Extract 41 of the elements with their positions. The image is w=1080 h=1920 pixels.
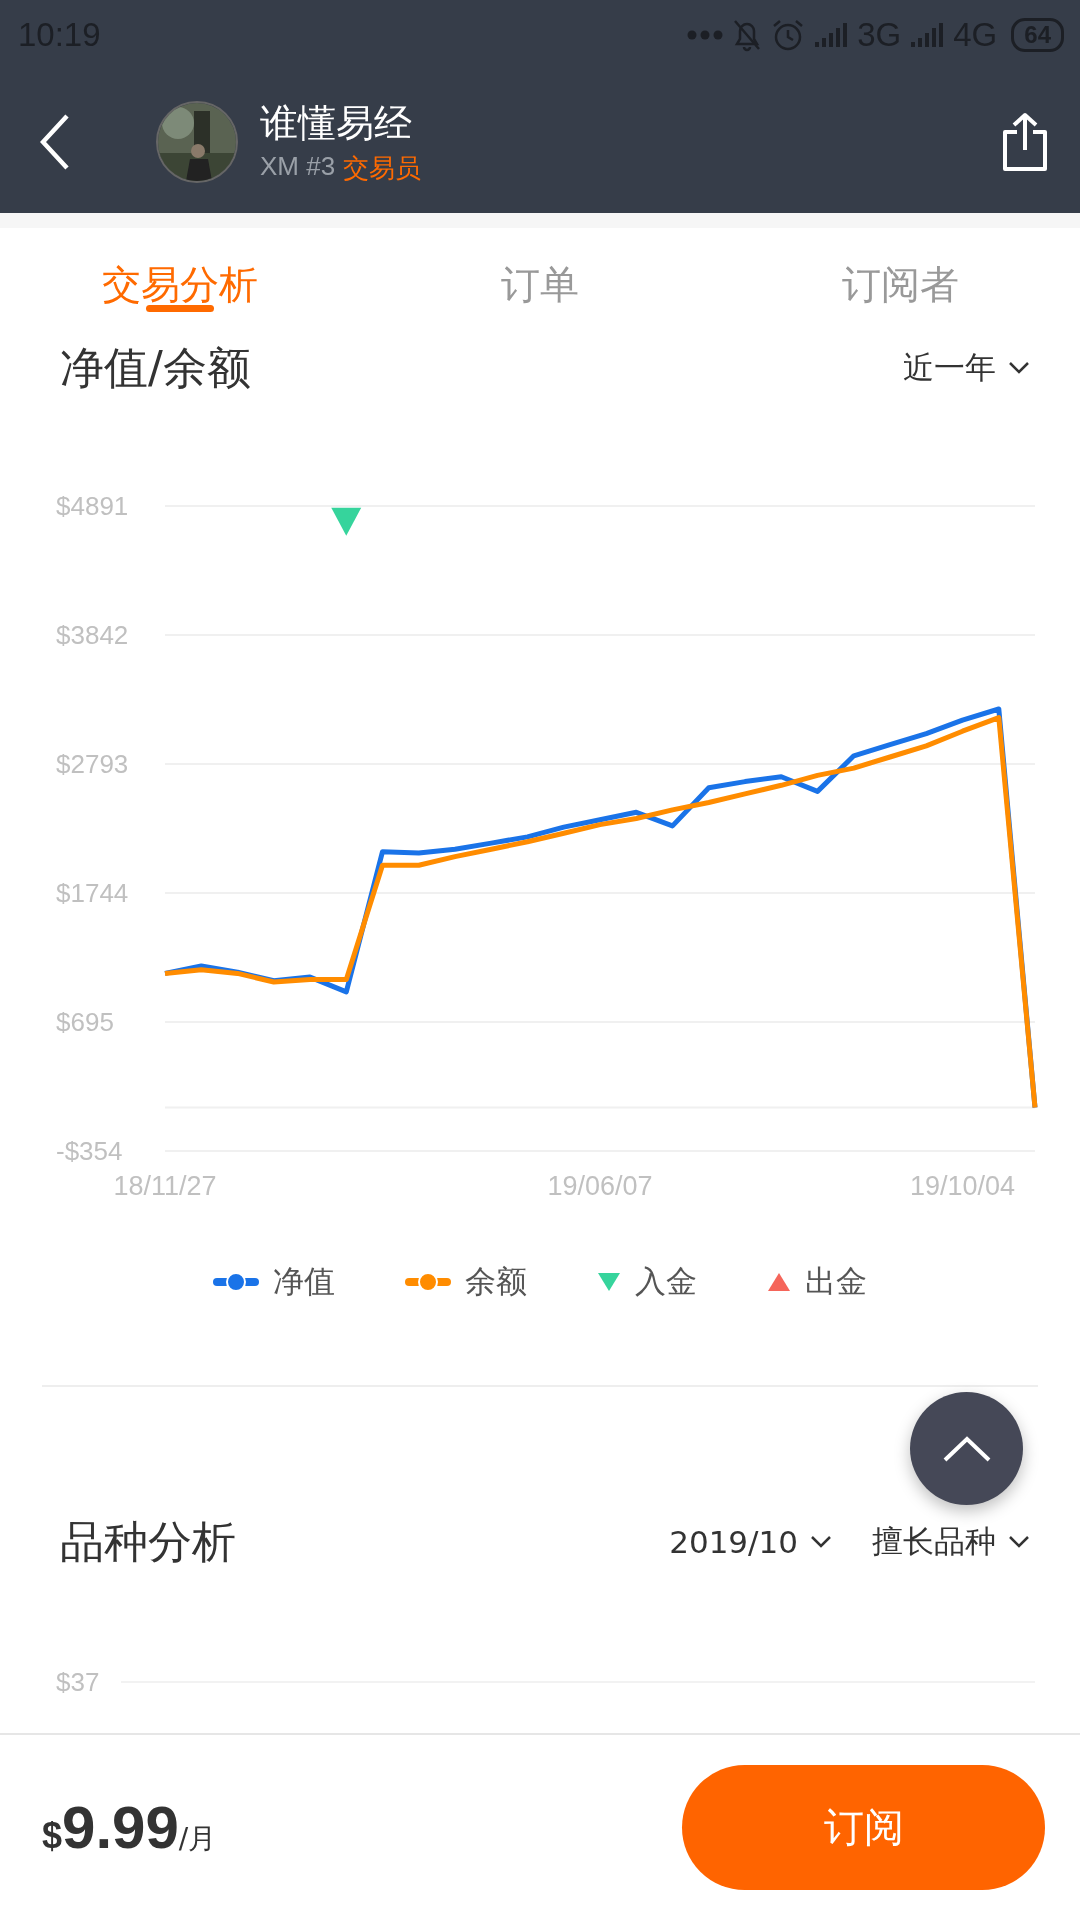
trader-role: 交易员 (343, 151, 422, 185)
signal-icon (813, 21, 850, 49)
filter-dropdown[interactable]: 2019/10 (669, 1524, 832, 1560)
chevron-down-icon (1008, 1535, 1030, 1549)
back-icon (40, 113, 70, 170)
chevron-down-icon (1008, 361, 1030, 375)
share-icon (1000, 111, 1050, 172)
legend-label: 净值 (273, 1262, 335, 1301)
y-axis-label: $2793 (56, 749, 129, 779)
filter-dropdown[interactable]: 擅长品种 (872, 1521, 1030, 1563)
subscribe-button[interactable]: 订阅 (682, 1765, 1045, 1890)
broker-account: XM #3 (260, 150, 336, 183)
legend-label: 出金 (805, 1262, 867, 1301)
price-unit: /月 (178, 1822, 217, 1857)
more-dots-icon (687, 30, 724, 40)
x-axis-label: 19/06/07 (547, 1171, 653, 1201)
currency-sign: $ (42, 1815, 63, 1857)
deposit-marker (331, 507, 362, 536)
scroll-top-button[interactable] (910, 1392, 1023, 1505)
signal-icon (909, 21, 946, 49)
legend-label: 余额 (465, 1262, 527, 1301)
y-axis-label: -$354 (56, 1136, 123, 1166)
y-axis-label: $695 (56, 1007, 114, 1037)
trader-name: 谁懂易经 (260, 99, 413, 147)
y-axis-label: $37 (56, 1666, 100, 1698)
tab[interactable]: 订阅者 (841, 258, 959, 312)
x-axis-label: 19/10/04 (909, 1171, 1016, 1201)
tab[interactable]: 订单 (501, 258, 579, 312)
share-button[interactable] (1000, 111, 1050, 172)
range-dropdown[interactable]: 近一年 (903, 347, 1030, 389)
x-axis-label: 18/11/27 (113, 1171, 217, 1201)
section-title: 净值/余额 (60, 340, 251, 395)
y-axis-label: $3842 (56, 620, 129, 650)
tab[interactable]: 交易分析 (102, 258, 258, 312)
chevron-up-icon (941, 1434, 992, 1463)
section-title: 品种分析 (60, 1514, 236, 1569)
price-amount: 9.99 (62, 1793, 179, 1862)
legend-label: 入金 (635, 1262, 697, 1301)
y-axis-label: $4891 (56, 491, 129, 521)
chevron-down-icon (810, 1535, 832, 1549)
y-axis-label: $1744 (56, 878, 129, 908)
